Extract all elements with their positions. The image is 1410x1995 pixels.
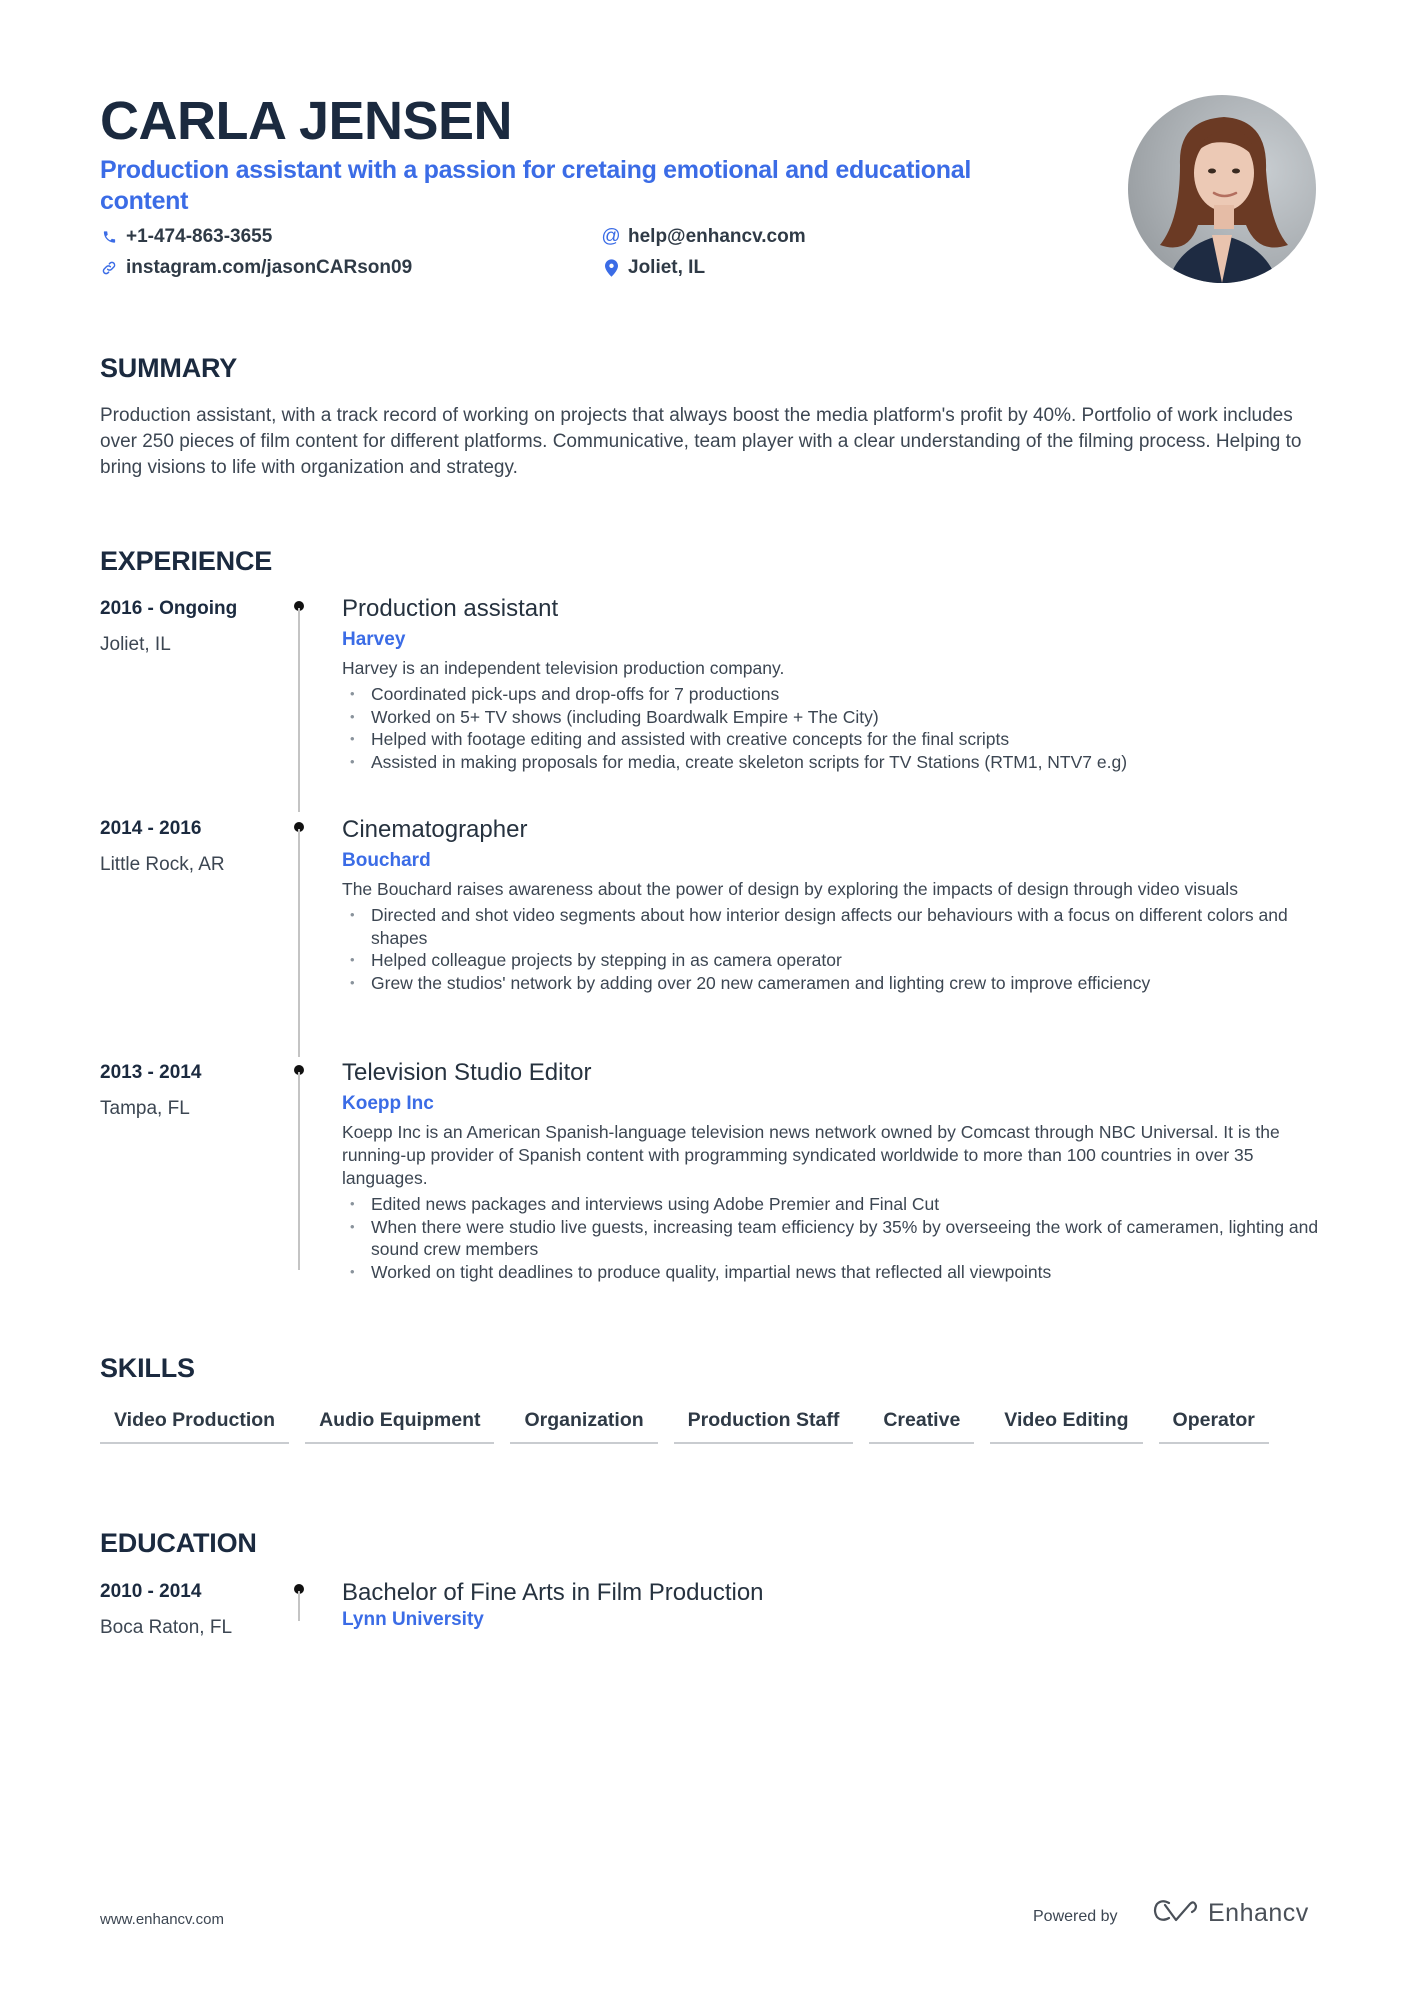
job-title: Production assistant [342,595,559,622]
timeline-line [298,1072,300,1270]
powered-by-label: Powered by [1033,1908,1118,1925]
timeline-line [298,829,300,1057]
job-company[interactable]: Harvey [342,627,1322,653]
job-description: The Bouchard raises awareness about the … [342,879,1238,899]
job-bullets: Directed and shot video segments about h… [342,904,1322,994]
job-bullet: Helped colleague projects by stepping in… [342,949,1322,972]
job-bullet: Helped with footage editing and assisted… [342,728,1322,751]
job-bullet: Directed and shot video segments about h… [342,904,1322,949]
contact-location: Joliet, IL [603,256,705,280]
timeline-line [298,1591,300,1621]
link-icon [101,259,117,277]
education-dates: 2010 - 2014 [100,1581,202,1602]
footer-website-link[interactable]: www.enhancv.com [100,1911,224,1928]
contact-email-value: help@enhancv.com [628,226,806,247]
job-bullet: Assisted in making proposals for media, … [342,751,1322,774]
contact-link[interactable]: instagram.com/jasonCARson09 [101,256,412,280]
skill-tag: Video Editing [990,1408,1143,1444]
skill-tag: Organization [510,1408,658,1444]
job-location: Tampa, FL [100,1098,190,1119]
enhancv-logo-text: Enhancv [1208,1899,1309,1927]
skills-list: Video Production Audio Equipment Organiz… [100,1408,1269,1444]
education-location: Boca Raton, FL [100,1617,233,1638]
skills-heading: SKILLS [100,1353,195,1383]
skill-tag: Video Production [100,1408,290,1444]
experience-entry: Production assistant Harvey Harvey is an… [342,594,1322,773]
contact-link-value: instagram.com/jasonCARson09 [126,257,413,278]
contact-phone-value: +1-474-863-3655 [126,226,273,247]
summary-heading: SUMMARY [100,353,238,383]
job-dates: 2013 - 2014 [100,1062,202,1083]
job-description: Harvey is an independent television prod… [342,658,785,678]
job-dates: 2014 - 2016 [100,818,202,839]
contact-phone[interactable]: +1-474-863-3655 [101,225,272,249]
job-title: Cinematographer [342,816,528,843]
job-bullet: Edited news packages and interviews usin… [342,1193,1322,1216]
summary-text: Production assistant, with a track recor… [100,405,1302,478]
job-bullet: Grew the studios' network by adding over… [342,972,1322,995]
job-bullets: Coordinated pick-ups and drop-offs for 7… [342,683,1322,773]
skill-tag: Operator [1158,1408,1269,1444]
job-location: Joliet, IL [100,634,171,655]
job-bullet: Coordinated pick-ups and drop-offs for 7… [342,683,1322,706]
contact-email[interactable]: @ help@enhancv.com [601,225,806,249]
job-bullet: When there were studio live guests, incr… [342,1216,1322,1261]
candidate-name: CARLA JENSEN [100,91,513,151]
job-bullet: Worked on tight deadlines to produce qua… [342,1261,1322,1284]
job-location: Little Rock, AR [100,854,225,875]
profile-photo [1128,95,1316,283]
skill-tag: Production Staff [673,1408,854,1444]
job-title: Television Studio Editor [342,1059,592,1086]
portrait-illustration [1160,117,1288,283]
experience-entry: Television Studio Editor Koepp Inc Koepp… [342,1058,1322,1283]
job-description: Koepp Inc is an American Spanish-languag… [342,1122,1280,1188]
job-dates: 2016 - Ongoing [100,598,238,619]
experience-entry: Cinematographer Bouchard The Bouchard ra… [342,815,1322,994]
experience-heading: EXPERIENCE [100,546,273,576]
timeline-line [298,608,300,812]
enhancv-logo[interactable]: Enhancv [1152,1898,1309,1929]
enhancv-logo-icon [1152,1898,1198,1929]
phone-icon [101,228,117,246]
skill-tag: Audio Equipment [305,1408,495,1444]
candidate-tagline: Production assistant with a passion for … [100,156,972,215]
job-bullet: Worked on 5+ TV shows (including Boardwa… [342,706,1322,729]
education-school[interactable]: Lynn University [342,1608,1322,1632]
education-entry: Bachelor of Fine Arts in Film Production… [342,1578,1322,1632]
contact-location-value: Joliet, IL [628,257,706,278]
location-pin-icon [603,259,619,277]
job-bullets: Edited news packages and interviews usin… [342,1193,1322,1283]
at-icon: @ [601,226,621,247]
skill-tag: Creative [869,1408,975,1444]
job-company[interactable]: Bouchard [342,848,1322,874]
job-company[interactable]: Koepp Inc [342,1091,1322,1117]
education-degree: Bachelor of Fine Arts in Film Production [342,1579,764,1606]
education-heading: EDUCATION [100,1528,257,1558]
